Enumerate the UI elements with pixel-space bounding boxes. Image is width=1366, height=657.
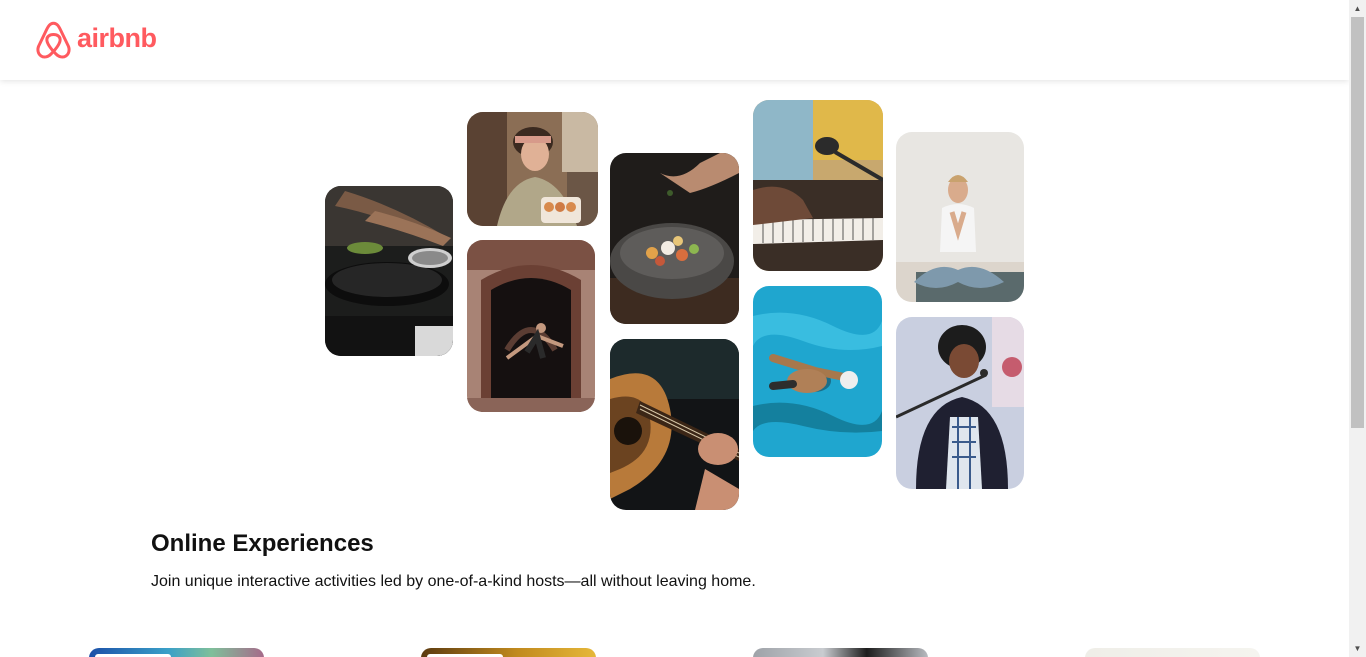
page-scrollbar[interactable]: ▲ ▼	[1349, 0, 1366, 657]
keyboard-photo	[753, 100, 883, 271]
experience-card[interactable]	[1085, 648, 1260, 657]
section-title: Online Experiences	[151, 530, 374, 557]
singer-photo	[896, 317, 1024, 489]
section-subtitle: Join unique interactive activities led b…	[151, 573, 756, 590]
experience-card[interactable]	[753, 648, 928, 657]
belo-icon	[35, 21, 72, 60]
experience-card[interactable]	[421, 648, 596, 657]
page: airbnb Online Experiences Join unique in…	[0, 0, 1349, 657]
site-header: airbnb	[0, 0, 1349, 80]
swimmer-photo	[753, 286, 882, 457]
scroll-down-arrow-icon[interactable]: ▼	[1349, 640, 1366, 657]
food-bowl-photo	[610, 153, 739, 324]
scroll-thumb[interactable]	[1351, 17, 1364, 428]
experience-card[interactable]	[89, 648, 264, 657]
guitar-photo	[610, 339, 739, 510]
dancer-photo	[467, 240, 595, 412]
cooking-photo	[325, 186, 453, 356]
home-logo-link[interactable]: airbnb	[35, 21, 157, 60]
baker-photo	[467, 112, 598, 226]
brand-name: airbnb	[77, 23, 157, 53]
yoga-photo	[896, 132, 1024, 302]
scroll-up-arrow-icon[interactable]: ▲	[1349, 0, 1366, 17]
